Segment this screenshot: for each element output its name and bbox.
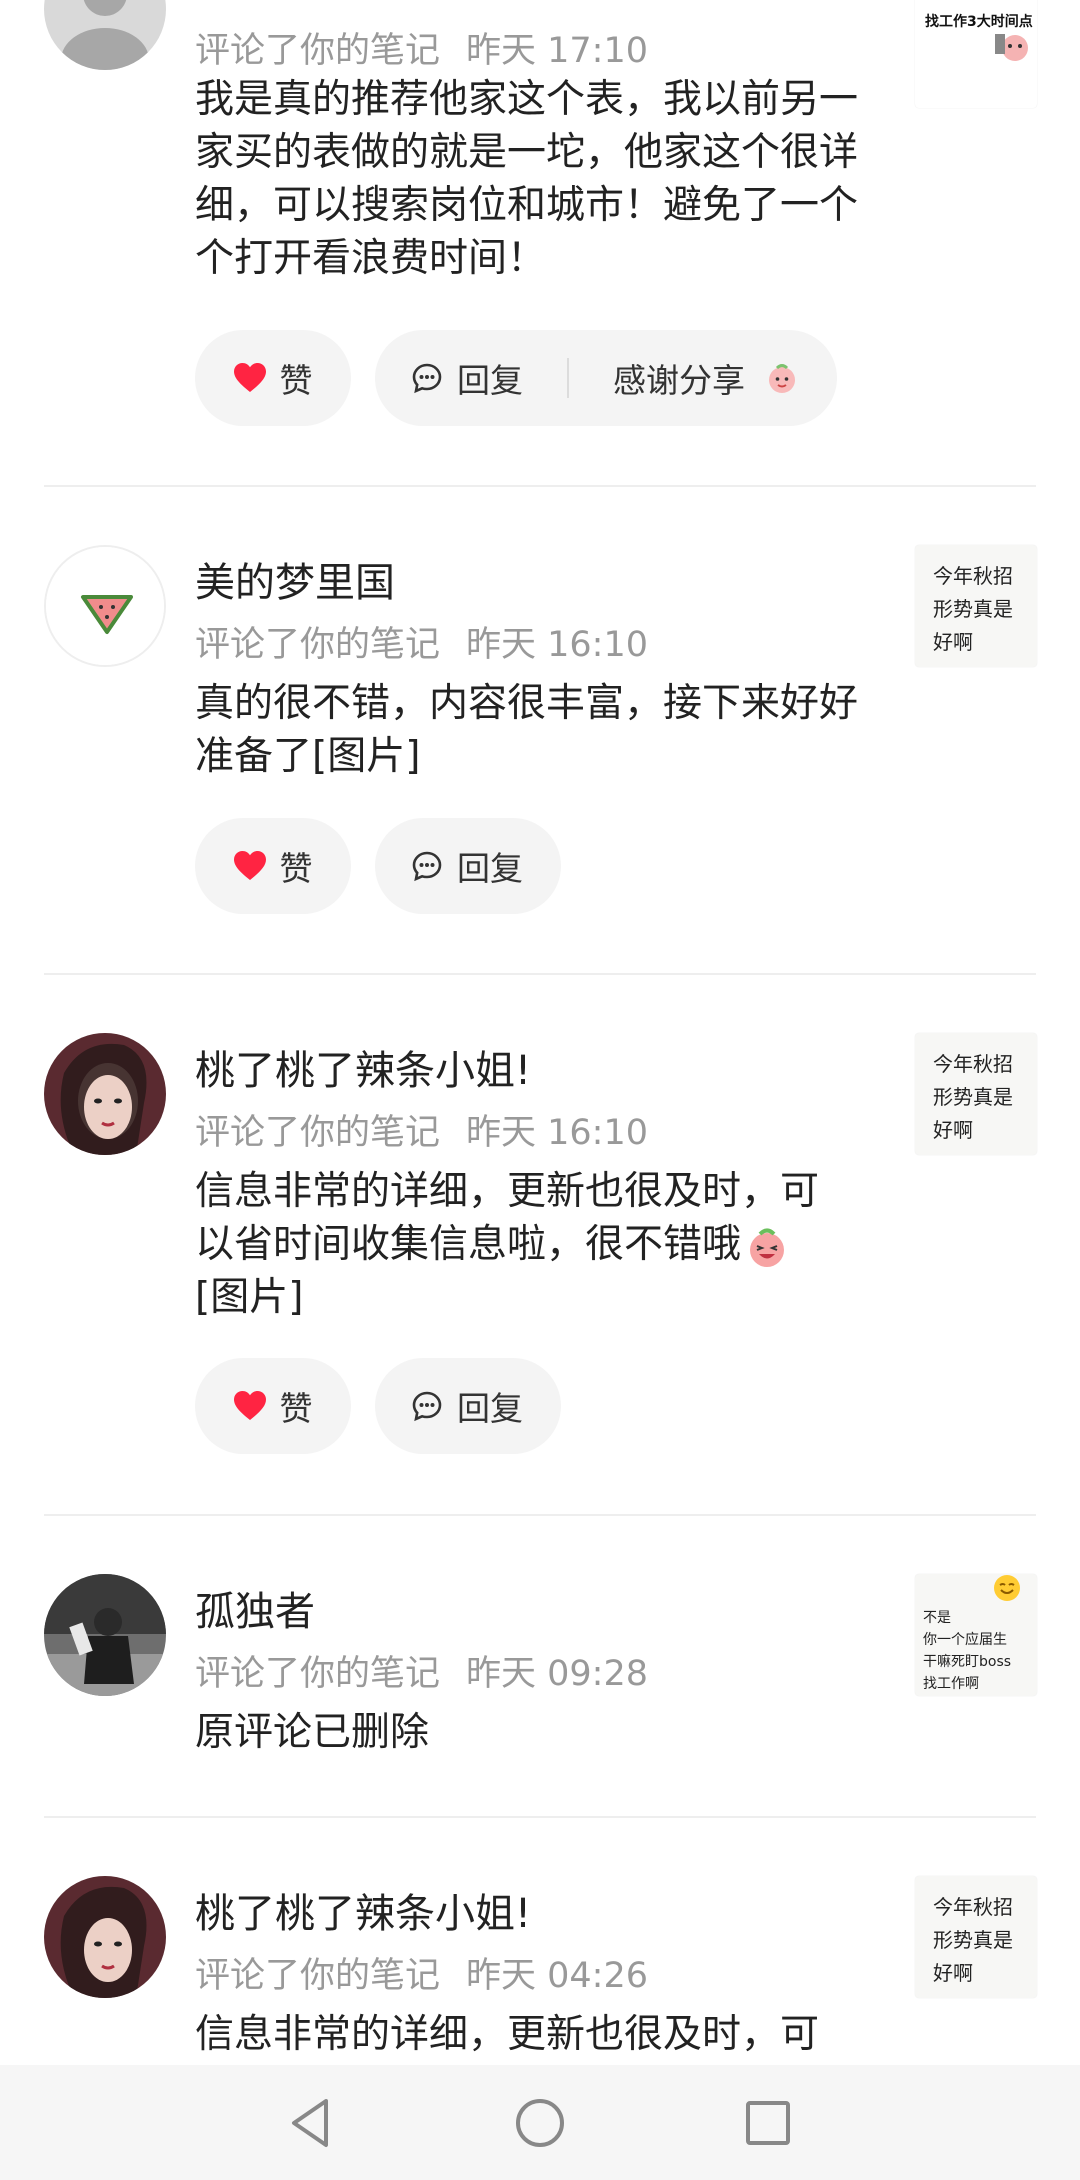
user-photo-icon xyxy=(44,1574,166,1696)
comment-line: 以省时间收集信息啦，很不错哦 xyxy=(195,1218,875,1271)
thumb-line: 你一个应届生 xyxy=(923,1631,1007,1648)
comment-content: 我是真的推荐他家这个表，我以前另一家买的表做的就是一坨，他家这个很详细，可以搜索… xyxy=(195,77,859,281)
note-thumbnail[interactable]: 找工作3大时间点 xyxy=(915,0,1037,108)
action-bar: 赞 回复 xyxy=(195,818,561,914)
comment-line: [图片] xyxy=(195,1275,304,1320)
thumb-line: 今年秋招 xyxy=(933,1895,1013,1919)
thumb-line: 形势真是 xyxy=(933,1928,1013,1952)
user-name[interactable]: 美的梦里国 xyxy=(195,550,395,608)
quick-reply-thanks[interactable]: 感谢分享 xyxy=(613,354,745,402)
note-thumbnail[interactable]: 不是 你一个应届生 干嘛死盯boss 找工作啊 xyxy=(915,1574,1037,1696)
comment-bubble-icon xyxy=(411,1390,443,1422)
user-name[interactable]: 孤独者 xyxy=(195,1579,315,1637)
reply-button[interactable]: 回复 感谢分享 xyxy=(375,330,837,426)
heart-icon xyxy=(233,1391,266,1421)
like-label: 赞 xyxy=(279,361,313,400)
divider xyxy=(567,358,569,398)
user-name[interactable]: 桃了桃了辣条小姐! xyxy=(195,1038,531,1096)
square-recents-icon xyxy=(746,2101,790,2145)
divider xyxy=(44,973,1036,975)
recents-button[interactable] xyxy=(740,2095,796,2151)
comment-meta: 评论了你的笔记 昨天 17:10 xyxy=(195,31,649,71)
circle-home-icon xyxy=(516,2099,564,2147)
reply-label: 回复 xyxy=(457,849,523,888)
thumb-line: 干嘛死盯boss xyxy=(923,1654,1011,1670)
laughing-peach-emoji-icon xyxy=(745,1225,789,1269)
thumb-line: 形势真是 xyxy=(933,1085,1013,1109)
thumb-line: 好啊 xyxy=(933,1118,973,1142)
user-photo-icon xyxy=(44,1033,166,1155)
note-thumbnail[interactable]: 今年秋招 形势真是 好啊 xyxy=(915,1033,1037,1155)
thumb-line: 今年秋招 xyxy=(933,1052,1013,1076)
comment-content: 原评论已删除 xyxy=(195,1710,430,1755)
avatar[interactable] xyxy=(44,1574,166,1696)
comment-line: 信息非常的详细，更新也很及时，可 xyxy=(195,1169,820,1214)
thumb-line: 找工作啊 xyxy=(923,1676,979,1692)
avatar[interactable] xyxy=(44,1033,166,1155)
user-name[interactable]: 桃了桃了辣条小姐! xyxy=(195,1881,531,1939)
default-avatar-icon xyxy=(44,0,166,70)
divider xyxy=(44,1816,1036,1818)
system-navigation-bar xyxy=(0,2065,1080,2180)
peach-emoji-icon xyxy=(765,361,799,395)
like-button[interactable]: 赞 xyxy=(195,818,351,914)
divider xyxy=(44,1514,1036,1516)
back-button[interactable] xyxy=(282,2095,338,2151)
heart-icon xyxy=(233,851,266,881)
reply-label: 回复 xyxy=(457,361,523,400)
avatar[interactable] xyxy=(44,545,166,667)
avatar[interactable] xyxy=(44,0,166,70)
thumb-line: 今年秋招 xyxy=(933,564,1013,588)
thumb-text: 找工作3大时间点 xyxy=(925,13,1033,30)
home-button[interactable] xyxy=(512,2095,568,2151)
action-bar: 赞 回复 xyxy=(195,1358,561,1454)
comment-content: 信息非常的详细，更新也很及时，可 xyxy=(195,2012,820,2057)
reply-button[interactable]: 回复 xyxy=(375,818,561,914)
comment-bubble-icon xyxy=(411,362,443,394)
reply-label: 回复 xyxy=(457,1389,523,1428)
note-thumbnail[interactable]: 今年秋招 形势真是 好啊 xyxy=(915,545,1037,667)
watermelon-icon xyxy=(46,547,164,665)
triangle-back-icon xyxy=(292,2099,328,2147)
like-label: 赞 xyxy=(279,849,313,888)
heart-icon xyxy=(233,363,266,393)
thumb-line: 好啊 xyxy=(933,630,973,654)
like-button[interactable]: 赞 xyxy=(195,1358,351,1454)
comment-meta: 评论了你的笔记 昨天 09:28 xyxy=(195,1654,649,1694)
like-label: 赞 xyxy=(279,1389,313,1428)
comment-meta: 评论了你的笔记 昨天 16:10 xyxy=(195,625,649,665)
like-button[interactable]: 赞 xyxy=(195,330,351,426)
avatar[interactable] xyxy=(44,1876,166,1998)
divider xyxy=(44,485,1036,487)
action-bar: 赞 回复 感谢分享 xyxy=(195,330,837,426)
comment-meta: 评论了你的笔记 昨天 04:26 xyxy=(195,1956,649,1996)
thumb-line: 形势真是 xyxy=(933,597,1013,621)
user-photo-icon xyxy=(44,1876,166,1998)
reply-button[interactable]: 回复 xyxy=(375,1358,561,1454)
comment-content: 信息非常的详细，更新也很及时，可 以省时间收集信息啦，很不错哦 [图片] xyxy=(195,1165,875,1324)
comment-bubble-icon xyxy=(411,850,443,882)
comment-meta: 评论了你的笔记 昨天 16:10 xyxy=(195,1113,649,1153)
thumb-line: 好啊 xyxy=(933,1961,973,1985)
comment-content: 真的很不错，内容很丰富，接下来好好准备了[图片] xyxy=(195,681,859,779)
thumb-line: 不是 xyxy=(923,1610,951,1626)
note-thumbnail[interactable]: 今年秋招 形势真是 好啊 xyxy=(915,1876,1037,1998)
notification-feed[interactable]: 评论了你的笔记 昨天 17:10 我是真的推荐他家这个表，我以前另一家买的表做的就… xyxy=(0,0,1080,2065)
